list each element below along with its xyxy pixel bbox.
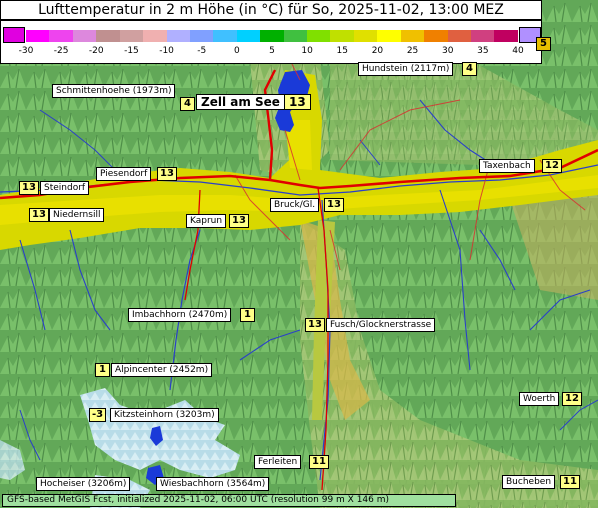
place-label-hocheiser: Hocheiser (3206m): [36, 477, 131, 491]
legend-color-step: [26, 30, 50, 42]
place-value-steindorf: 13: [19, 181, 39, 195]
legend-color-step: [49, 30, 73, 42]
place-label-taxenbach: Taxenbach: [479, 159, 535, 173]
legend-color-step: [143, 30, 167, 42]
legend-color-bar: [26, 30, 518, 42]
place-label-piesendorf: Piesendorf: [96, 167, 152, 181]
legend-color-step: [400, 30, 425, 42]
place-value-bucheben: 11: [560, 475, 580, 489]
legend-low-swatch: [3, 27, 25, 43]
legend-color-step: [96, 30, 120, 42]
legend-color-step: [494, 30, 518, 42]
place-label-niedernsill: Niedernsill: [49, 208, 105, 222]
place-label-hundstein: Hundstein (2117m): [358, 62, 454, 76]
place-label-bruck: Bruck/Gl.: [270, 198, 320, 212]
place-value-alpincenter: 1: [95, 363, 110, 377]
legend-color-step: [236, 30, 261, 42]
legend-tick-label: 15: [336, 46, 349, 56]
legend-color-step: [330, 30, 354, 42]
legend-tick-label: 0: [233, 46, 240, 56]
place-label-steindorf: Steindorf: [40, 181, 90, 195]
place-label-fusch: Fusch/Glocknerstrasse: [326, 318, 436, 332]
place-value-piesendorf: 13: [157, 167, 177, 181]
place-label-kaprun: Kaprun: [186, 214, 227, 228]
place-value-zell-am-see: 13: [284, 94, 311, 110]
place-value-ferleiten: 11: [309, 455, 329, 469]
legend-color-step: [424, 30, 448, 42]
legend-color-step: [166, 30, 190, 42]
place-label-alpincenter: Alpincenter (2452m): [111, 363, 213, 377]
legend-color-step: [213, 30, 237, 42]
legend-tick-label: -30: [18, 46, 34, 56]
legend-color-step: [189, 30, 214, 42]
legend-tick-label: 40: [512, 46, 524, 56]
place-label-imbachhorn: Imbachhorn (2470m): [128, 308, 232, 322]
place-label-kitzsteinhorn: Kitzsteinhorn (3203m): [110, 408, 219, 422]
legend-tick-label: 20: [371, 46, 384, 56]
place-label-woerth: Woerth: [519, 392, 560, 406]
legend-color-step: [353, 30, 378, 42]
place-value-schmittenhoehe: 4: [180, 97, 195, 111]
legend-tick-label: 25: [406, 46, 419, 56]
place-value-kitzsteinhorn: -3: [89, 408, 107, 422]
legend-color-step: [72, 30, 97, 42]
place-value-taxenbach: 12: [542, 159, 562, 173]
place-label-ferleiten: Ferleiten: [254, 455, 302, 469]
place-label-bucheben: Bucheben: [502, 475, 556, 489]
place-value-hundstein: 4: [462, 62, 477, 76]
place-value-kaprun: 13: [229, 214, 249, 228]
place-label-wiesbachhorn: Wiesbachhorn (3564m): [156, 477, 270, 491]
legend-tick-label: -10: [159, 46, 174, 56]
place-value-imbachhorn: 1: [240, 308, 255, 322]
map-stage: Lufttemperatur in 2 m Höhe (in °C) für S…: [0, 0, 598, 508]
legend-tick-label: 30: [441, 46, 454, 56]
edge-value: 5: [536, 37, 551, 51]
place-label-schmittenhoehe: Schmittenhoehe (1973m): [52, 84, 176, 98]
terrain-map: [0, 0, 598, 508]
legend-color-step: [260, 30, 284, 42]
legend-tick-label: 5: [269, 46, 275, 56]
legend-color-step: [447, 30, 472, 42]
legend-tick-label: 10: [301, 46, 313, 56]
place-label-zell-am-see: Zell am See: [196, 94, 285, 110]
legend-color-step: [377, 30, 401, 42]
place-value-fusch: 13: [305, 318, 325, 332]
legend-tick-label: -5: [197, 46, 207, 56]
legend-tick-label: -20: [88, 46, 104, 56]
legend-color-step: [471, 30, 495, 42]
legend-tick-label: -25: [53, 46, 69, 56]
place-value-woerth: 12: [562, 392, 582, 406]
legend-color-step: [119, 30, 144, 42]
place-value-bruck: 13: [324, 198, 344, 212]
place-value-niedernsill: 13: [29, 208, 49, 222]
legend-tick-label: -15: [124, 46, 139, 56]
temperature-legend: -30 -25 -20 -15 -10 -5 0 5 10 15 20 25 30 35 40: [0, 20, 542, 64]
map-title: Lufttemperatur in 2 m Höhe (in °C) für S…: [0, 0, 542, 20]
legend-tick-label: 35: [477, 46, 489, 56]
legend-color-step: [283, 30, 308, 42]
forecast-footer: GFS-based MetGIS Fcst, initialized 2025-…: [2, 494, 456, 507]
legend-color-step: [307, 30, 331, 42]
